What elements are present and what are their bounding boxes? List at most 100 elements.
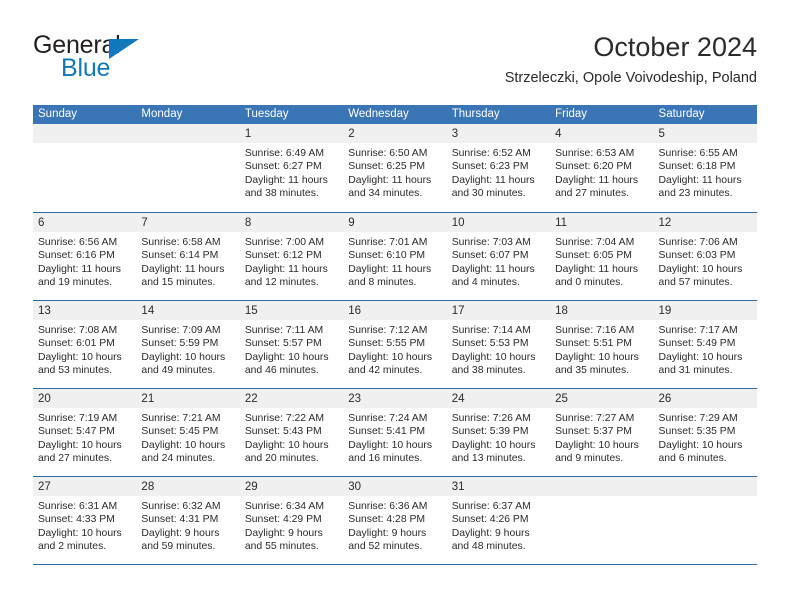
sunrise-text: Sunrise: 7:06 AM [658, 237, 738, 248]
day-cell[interactable]: 16 Sunrise: 7:12 AM Sunset: 5:55 PM Dayligh… [343, 301, 447, 388]
sunrise-text: Sunrise: 7:08 AM [38, 325, 118, 336]
day-cell[interactable]: 1 Sunrise: 6:49 AM Sunset: 6:27 PM Daylight… [239, 124, 344, 212]
daylight-text-line2: and 9 minutes. [555, 453, 624, 465]
day-cell[interactable]: 13 Sunrise: 7:08 AM Sunset: 6:01 PM Dayligh… [33, 301, 137, 388]
sunrise-text: Sunrise: 7:16 AM [555, 325, 635, 336]
week-row: 6 Sunrise: 6:56 AM Sunset: 6:16 PM Daylight… [33, 212, 757, 300]
weekday-thursday: Thursday [451, 108, 500, 120]
day-details: Sunrise: 7:03 AM Sunset: 6:07 PM Daylight:… [447, 232, 550, 290]
day-number: 9 [348, 217, 355, 229]
day-number-bar: 14 [136, 301, 240, 320]
sunset-text: Sunset: 6:01 PM [38, 338, 115, 350]
day-cell[interactable]: 9 Sunrise: 7:01 AM Sunset: 6:10 PM Daylight… [343, 213, 447, 300]
daylight-text-line1: Daylight: 10 hours [38, 527, 122, 539]
sunset-text: Sunset: 6:03 PM [658, 250, 736, 262]
day-cell[interactable]: 17 Sunrise: 7:14 AM Sunset: 5:53 PM Dayligh… [446, 301, 551, 388]
day-cell[interactable]: 2 Sunrise: 6:50 AM Sunset: 6:25 PM Daylight… [343, 124, 447, 212]
day-cell[interactable]: 28 Sunrise: 6:32 AM Sunset: 4:31 PM Dayligh… [136, 477, 240, 564]
daylight-text-line1: Daylight: 9 hours [451, 527, 530, 539]
sunrise-text: Sunrise: 6:56 AM [38, 237, 118, 248]
sunrise-text: Sunrise: 6:58 AM [141, 237, 221, 248]
daylight-text-line2: and 27 minutes. [555, 188, 630, 200]
day-cell[interactable]: 30 Sunrise: 6:36 AM Sunset: 4:28 PM Dayligh… [343, 477, 447, 564]
sunrise-text: Sunrise: 7:12 AM [348, 325, 428, 336]
triangle-icon [109, 39, 139, 59]
daylight-text-line2: and 8 minutes. [348, 277, 417, 289]
day-number-bar [550, 477, 654, 496]
day-cell[interactable]: 4 Sunrise: 6:53 AM Sunset: 6:20 PM Daylight… [550, 124, 654, 212]
day-cell[interactable]: 15 Sunrise: 7:11 AM Sunset: 5:57 PM Dayligh… [239, 301, 344, 388]
day-cell[interactable]: 5 Sunrise: 6:55 AM Sunset: 6:18 PM Daylight… [653, 124, 757, 212]
day-cell[interactable]: 11 Sunrise: 7:04 AM Sunset: 6:05 PM Dayligh… [550, 213, 654, 300]
day-cell[interactable]: 8 Sunrise: 7:00 AM Sunset: 6:12 PM Daylight… [239, 213, 344, 300]
daylight-text-line1: Daylight: 11 hours [141, 263, 225, 275]
day-number-bar: 10 [446, 213, 551, 232]
day-cell[interactable]: 7 Sunrise: 6:58 AM Sunset: 6:14 PM Daylight… [136, 213, 240, 300]
day-cell[interactable]: 20 Sunrise: 7:19 AM Sunset: 5:47 PM Dayligh… [33, 389, 137, 476]
day-cell[interactable]: 12 Sunrise: 7:06 AM Sunset: 6:03 PM Dayligh… [653, 213, 757, 300]
day-number-bar: 27 [33, 477, 137, 496]
day-details: Sunrise: 7:17 AM Sunset: 5:49 PM Daylight:… [654, 320, 757, 378]
sunset-text: Sunset: 5:45 PM [141, 426, 219, 438]
daylight-text-line2: and 46 minutes. [244, 365, 319, 377]
day-cell[interactable]: 10 Sunrise: 7:03 AM Sunset: 6:07 PM Dayligh… [446, 213, 551, 300]
day-number: 19 [658, 305, 672, 317]
day-cell[interactable]: 3 Sunrise: 6:52 AM Sunset: 6:23 PM Daylight… [446, 124, 551, 212]
day-details: Sunrise: 7:27 AM Sunset: 5:37 PM Daylight:… [550, 408, 653, 466]
day-number: 31 [451, 481, 465, 493]
day-number-bar [653, 477, 757, 496]
day-details: Sunrise: 7:16 AM Sunset: 5:51 PM Daylight:… [550, 320, 653, 378]
day-cell[interactable]: 21 Sunrise: 7:21 AM Sunset: 5:45 PM Dayligh… [136, 389, 240, 476]
day-number: 15 [244, 305, 258, 317]
day-number-bar: 2 [343, 124, 447, 143]
day-cell[interactable]: 24 Sunrise: 7:26 AM Sunset: 5:39 PM Dayligh… [446, 389, 551, 476]
day-number: 4 [555, 128, 562, 140]
day-number-bar: 25 [550, 389, 654, 408]
day-cell[interactable]: 26 Sunrise: 7:29 AM Sunset: 5:35 PM Dayligh… [653, 389, 757, 476]
sunset-text: Sunset: 5:49 PM [658, 338, 736, 350]
day-number: 27 [38, 481, 51, 493]
day-number: 10 [451, 217, 465, 229]
day-details: Sunrise: 6:32 AM Sunset: 4:31 PM Daylight:… [136, 496, 239, 554]
daylight-text-line1: Daylight: 10 hours [244, 351, 329, 363]
day-details: Sunrise: 6:58 AM Sunset: 6:14 PM Daylight:… [136, 232, 239, 290]
day-cell[interactable]: 18 Sunrise: 7:16 AM Sunset: 5:51 PM Dayligh… [550, 301, 654, 388]
day-details: Sunrise: 7:14 AM Sunset: 5:53 PM Daylight:… [447, 320, 550, 378]
daylight-text-line2: and 2 minutes. [38, 541, 107, 553]
sunset-text: Sunset: 4:26 PM [451, 514, 529, 526]
calendar-page: General Blue October 2024 Strzeleczki, O… [0, 0, 792, 612]
day-details: Sunrise: 6:37 AM Sunset: 4:26 PM Daylight:… [447, 496, 550, 554]
day-cell[interactable]: 14 Sunrise: 7:09 AM Sunset: 5:59 PM Dayligh… [136, 301, 240, 388]
day-cell[interactable]: 23 Sunrise: 7:24 AM Sunset: 5:41 PM Dayligh… [343, 389, 447, 476]
daylight-text-line1: Daylight: 9 hours [348, 527, 427, 539]
day-cell[interactable]: 25 Sunrise: 7:27 AM Sunset: 5:37 PM Dayligh… [550, 389, 654, 476]
sunrise-text: Sunrise: 7:22 AM [244, 413, 324, 424]
daylight-text-line1: Daylight: 10 hours [141, 439, 226, 451]
sunrise-text: Sunrise: 7:11 AM [244, 325, 324, 336]
day-cell[interactable]: 29 Sunrise: 6:34 AM Sunset: 4:29 PM Dayligh… [239, 477, 344, 564]
day-details: Sunrise: 7:08 AM Sunset: 6:01 PM Daylight:… [33, 320, 136, 378]
weekday-wednesday: Wednesday [348, 108, 409, 120]
sunrise-text: Sunrise: 7:21 AM [141, 413, 221, 424]
day-cell[interactable]: 19 Sunrise: 7:17 AM Sunset: 5:49 PM Dayligh… [653, 301, 757, 388]
day-details: Sunrise: 7:09 AM Sunset: 5:59 PM Daylight:… [136, 320, 239, 378]
day-cell[interactable]: 27 Sunrise: 6:31 AM Sunset: 4:33 PM Dayligh… [33, 477, 137, 564]
sunset-text: Sunset: 5:53 PM [451, 338, 529, 350]
daylight-text-line2: and 57 minutes. [658, 277, 733, 289]
day-cell-empty [33, 124, 137, 212]
day-number: 2 [348, 128, 355, 140]
sunrise-text: Sunrise: 6:36 AM [348, 501, 428, 512]
daylight-text-line2: and 31 minutes. [658, 365, 733, 377]
daylight-text-line2: and 48 minutes. [451, 541, 526, 553]
daylight-text-line1: Daylight: 10 hours [348, 351, 433, 363]
daylight-text-line1: Daylight: 11 hours [451, 174, 535, 186]
day-number: 13 [38, 305, 51, 317]
day-cell[interactable]: 31 Sunrise: 6:37 AM Sunset: 4:26 PM Dayligh… [446, 477, 551, 564]
sunset-text: Sunset: 6:10 PM [348, 250, 426, 262]
sunset-text: Sunset: 6:20 PM [555, 161, 632, 173]
day-number: 12 [658, 217, 672, 229]
day-number: 14 [141, 305, 155, 317]
day-cell[interactable]: 6 Sunrise: 6:56 AM Sunset: 6:16 PM Daylight… [33, 213, 137, 300]
day-cell[interactable]: 22 Sunrise: 7:22 AM Sunset: 5:43 PM Dayligh… [239, 389, 344, 476]
day-number-bar: 28 [136, 477, 240, 496]
